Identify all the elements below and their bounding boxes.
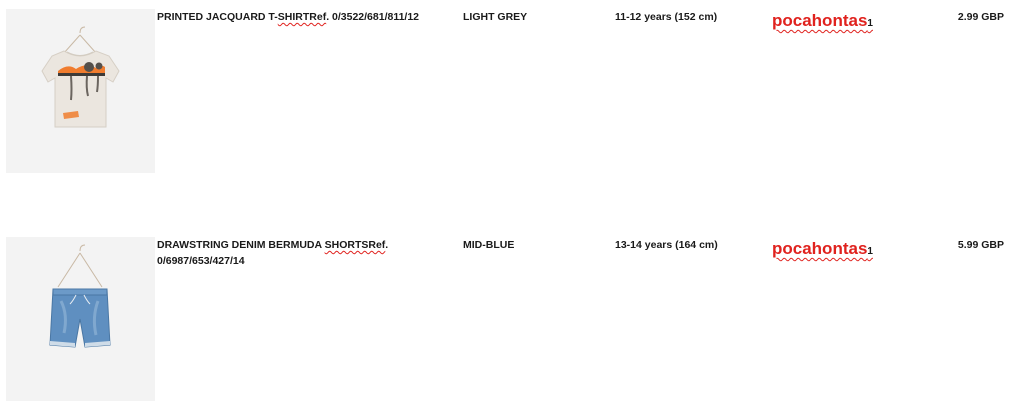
brand-field: pocahontas1 bbox=[772, 9, 873, 36]
product-name-misspelled: SHORTSRef bbox=[324, 239, 386, 251]
order-row: DRAWSTRING DENIM BERMUDA SHORTSRef. 0/69… bbox=[0, 228, 1016, 401]
product-price: 2.99 GBP bbox=[957, 11, 1004, 23]
product-name-text: PRINTED JACQUARD T- bbox=[157, 11, 278, 23]
brand-name: pocahontas bbox=[772, 239, 868, 258]
product-name: PRINTED JACQUARD T-SHIRTRef. 0/3522/681/… bbox=[157, 9, 457, 25]
shorts-product-image[interactable] bbox=[6, 237, 155, 401]
product-quantity: 1 bbox=[867, 246, 873, 257]
product-name: DRAWSTRING DENIM BERMUDA SHORTSRef. 0/69… bbox=[157, 237, 457, 269]
product-name-text: DRAWSTRING DENIM BERMUDA bbox=[157, 239, 325, 251]
product-price: 5.99 GBP bbox=[957, 239, 1004, 251]
product-size: 11-12 years (152 cm) bbox=[615, 11, 718, 23]
product-color: MID-BLUE bbox=[463, 239, 515, 251]
product-size: 13-14 years (164 cm) bbox=[615, 239, 718, 251]
product-name-misspelled: SHIRTRef bbox=[277, 11, 327, 23]
tshirt-product-image[interactable] bbox=[6, 9, 155, 173]
order-row: PRINTED JACQUARD T-SHIRTRef. 0/3522/681/… bbox=[0, 0, 1016, 173]
product-quantity: 1 bbox=[867, 18, 873, 29]
brand-name: pocahontas bbox=[772, 11, 868, 30]
product-reference: . 0/3522/681/811/12 bbox=[326, 11, 420, 23]
product-color: LIGHT GREY bbox=[463, 11, 528, 23]
brand-field: pocahontas1 bbox=[772, 237, 873, 264]
